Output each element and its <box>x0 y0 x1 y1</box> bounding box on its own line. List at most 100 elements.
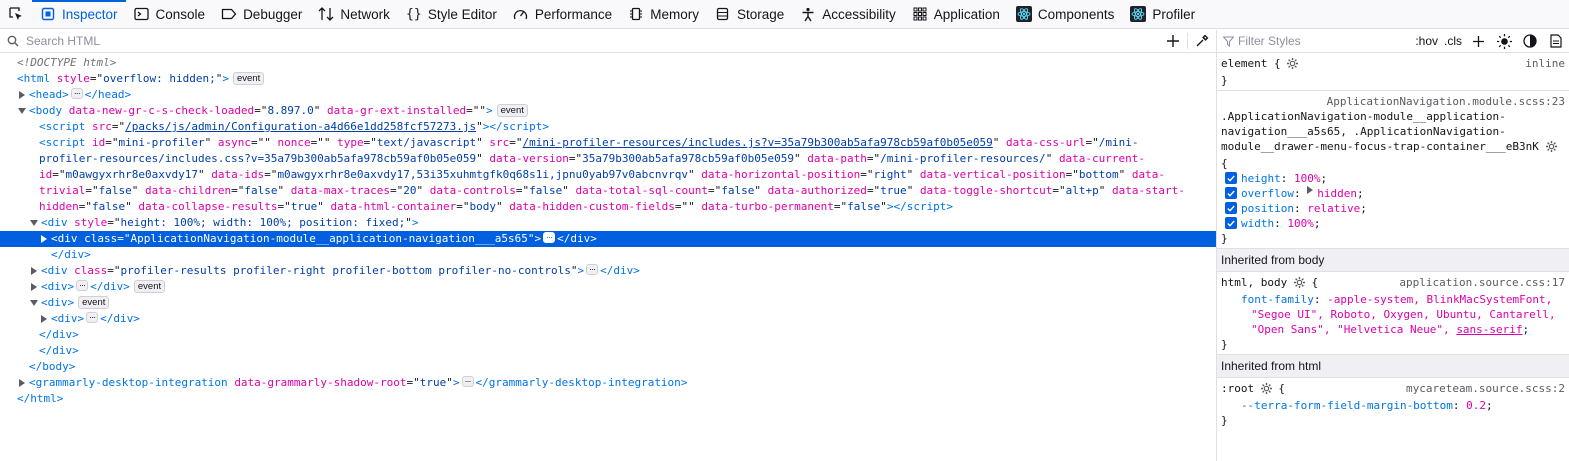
event-badge[interactable]: event <box>133 280 166 293</box>
highlight-gear-icon[interactable] <box>1287 58 1299 73</box>
add-node-button[interactable] <box>1159 30 1187 52</box>
add-rule-button[interactable] <box>1465 30 1491 52</box>
tree-node-close-body[interactable]: </body> <box>0 359 1216 375</box>
tree-node-body[interactable]: <body data-new-gr-c-s-check-loaded="8.89… <box>0 103 1216 119</box>
tree-node-div-app-nav-selected[interactable]: <div class="ApplicationNavigation-module… <box>0 231 1216 247</box>
ellipsis-badge[interactable]: ··· <box>586 264 599 275</box>
declaration-checkbox[interactable] <box>1225 217 1237 229</box>
tab-console[interactable]: Console <box>126 0 214 28</box>
expand-twisty-icon[interactable] <box>29 263 39 279</box>
rules-toolbar: :hov .cls <box>1217 30 1569 53</box>
print-media-button[interactable] <box>1543 30 1569 52</box>
expand-twisty-icon[interactable] <box>17 87 27 103</box>
element-picker-icon <box>9 7 22 20</box>
event-badge[interactable]: event <box>496 104 528 117</box>
tab-label: Components <box>1037 6 1115 22</box>
application-icon <box>912 6 928 22</box>
font-link[interactable]: sans-serif <box>1456 323 1522 336</box>
tab-components[interactable]: Components <box>1008 0 1123 28</box>
eyedropper-button[interactable] <box>1188 30 1216 52</box>
tab-memory[interactable]: Memory <box>620 0 707 28</box>
tab-accessibility[interactable]: Accessibility <box>792 0 904 28</box>
sun-icon <box>1496 33 1512 49</box>
ellipsis-badge[interactable]: ··· <box>70 88 83 99</box>
declaration-checkbox[interactable] <box>1225 172 1237 184</box>
rule-open-brace: { <box>1221 157 1228 170</box>
tab-label: Debugger <box>243 6 303 22</box>
tree-node-inner-div[interactable]: <div> ··· </div> <box>0 311 1216 327</box>
expand-twisty-icon[interactable] <box>29 279 39 295</box>
rule-selector: navigation___a5s65, .ApplicationNavigati… <box>1221 125 1506 138</box>
tab-storage[interactable]: Storage <box>707 0 792 28</box>
collapse-twisty-icon[interactable] <box>29 215 39 231</box>
tab-application[interactable]: Application <box>904 0 1008 28</box>
event-badge[interactable]: event <box>78 296 110 309</box>
tree-node-doctype[interactable]: <!DOCTYPE html> <box>0 55 1216 71</box>
tree-node-html[interactable]: <html style="overflow: hidden;"> event <box>0 71 1216 87</box>
script-src-link[interactable]: /mini-profiler-resources/includes.js?v=3… <box>523 136 993 149</box>
tab-label: Storage <box>736 6 785 22</box>
tree-node-div-profiler[interactable]: <div class="profiler-results profiler-ri… <box>0 263 1216 279</box>
contrast-icon <box>1523 34 1537 48</box>
highlight-gear-icon[interactable] <box>1260 383 1272 398</box>
tab-label: Memory <box>650 6 699 22</box>
tab-style-editor[interactable]: {} Style Editor <box>398 0 505 28</box>
element-picker-button[interactable] <box>0 0 32 28</box>
expand-twisty-icon[interactable] <box>39 231 49 247</box>
hover-pseudo-button[interactable]: :hov <box>1412 34 1441 48</box>
tab-debugger[interactable]: Debugger <box>213 0 310 28</box>
body-rule: html, body { application.source.css:17 f… <box>1217 272 1569 355</box>
tab-performance[interactable]: Performance <box>505 0 620 28</box>
performance-icon <box>513 6 529 22</box>
root-rule: :root { mycareteam.source.scss:2 --terra… <box>1221 381 1565 427</box>
tree-node-div-fixed[interactable]: <div style="height: 100%; width: 100%; p… <box>0 215 1216 231</box>
light-mode-button[interactable] <box>1491 30 1517 52</box>
tree-node-close-div[interactable]: </div> <box>0 327 1216 343</box>
filter-styles-input[interactable] <box>1238 34 1388 48</box>
react-icon <box>1130 6 1147 22</box>
tree-node-close-div[interactable]: </div> <box>0 247 1216 263</box>
tag-name: html <box>23 72 51 85</box>
rule-source-link[interactable]: mycareteam.source.scss:2 <box>1406 381 1565 396</box>
declaration-checkbox[interactable] <box>1225 202 1237 214</box>
tree-node-div-event-expanded[interactable]: <div> event <box>0 295 1216 311</box>
tree-node-grammarly[interactable]: <grammarly-desktop-integration data-gram… <box>0 375 1216 391</box>
dark-mode-button[interactable] <box>1517 30 1543 52</box>
tree-node-close-html[interactable]: </html> <box>0 391 1216 407</box>
rule-source-link[interactable]: application.source.css:17 <box>1399 275 1565 290</box>
tag-name: body <box>35 104 63 117</box>
markup-search-bar <box>0 30 1216 53</box>
plus-icon <box>1472 35 1484 47</box>
ellipsis-badge[interactable]: ··· <box>76 280 89 291</box>
tab-profiler[interactable]: Profiler <box>1122 0 1203 28</box>
rule-source-link[interactable]: ApplicationNavigation.module.scss:23 <box>1221 94 1565 109</box>
rule-source-link[interactable]: inline <box>1525 56 1565 71</box>
expand-twisty-icon[interactable] <box>17 375 27 391</box>
highlight-gear-icon[interactable] <box>1545 141 1557 156</box>
event-badge[interactable]: event <box>232 72 265 85</box>
tab-inspector[interactable]: Inspector <box>32 0 126 28</box>
tree-node-head[interactable]: <head> ··· </head> <box>0 87 1216 103</box>
ellipsis-badge[interactable]: ··· <box>86 312 99 323</box>
plus-icon <box>1167 35 1179 47</box>
class-toggle-button[interactable]: .cls <box>1441 34 1465 48</box>
tree-node-script-config[interactable]: <script src="/packs/js/admin/Configurati… <box>0 119 1216 135</box>
tree-node-close-div[interactable]: </div> <box>0 343 1216 359</box>
tree-node-script-mini-profiler[interactable]: <script id="mini-profiler" async="" nonc… <box>0 135 1216 215</box>
expand-shorthand-icon[interactable] <box>1307 186 1314 194</box>
tab-network[interactable]: Network <box>310 0 398 28</box>
ellipsis-badge[interactable]: ··· <box>543 232 556 243</box>
app-nav-rule: ApplicationNavigation.module.scss:23 .Ap… <box>1217 91 1569 249</box>
rule-selector: element { <box>1221 57 1281 70</box>
collapse-twisty-icon[interactable] <box>17 103 27 119</box>
declaration-checkbox[interactable] <box>1225 187 1237 199</box>
expand-twisty-icon[interactable] <box>39 311 49 327</box>
search-html-input[interactable] <box>26 34 1159 48</box>
attr-name: data-gr-ext-installed <box>327 104 467 117</box>
highlight-gear-icon[interactable] <box>1293 277 1305 292</box>
declaration-position: position: relative; <box>1221 201 1565 216</box>
ellipsis-badge[interactable]: ··· <box>461 376 474 387</box>
script-src-link[interactable]: /packs/js/admin/Configuration-a4d66e1dd2… <box>125 120 476 133</box>
collapse-twisty-icon[interactable] <box>29 295 39 311</box>
tree-node-div-event[interactable]: <div> ··· </div> event <box>0 279 1216 295</box>
